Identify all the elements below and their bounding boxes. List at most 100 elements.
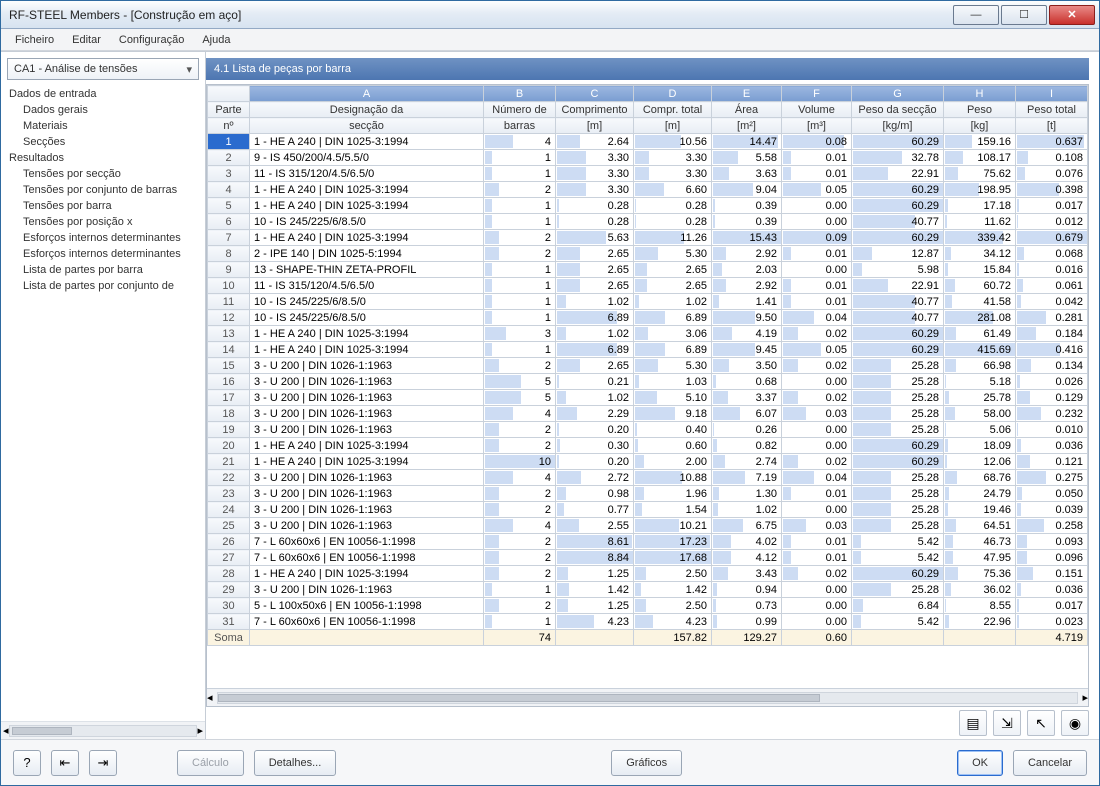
menu-ficheiro[interactable]: Ficheiro	[7, 32, 62, 48]
tree-item[interactable]: Tensões por secção	[1, 166, 205, 182]
cell[interactable]: 9.04	[712, 182, 782, 198]
cell[interactable]: 66.98	[944, 358, 1016, 374]
cell[interactable]: 10.56	[634, 134, 712, 150]
cell[interactable]: 1	[484, 342, 556, 358]
cell[interactable]: 60.29	[852, 438, 944, 454]
cell[interactable]: 1.41	[712, 294, 782, 310]
cell[interactable]: 25.28	[852, 518, 944, 534]
cell[interactable]: 60.72	[944, 278, 1016, 294]
row-header[interactable]: 1	[208, 134, 250, 150]
cell[interactable]: 64.51	[944, 518, 1016, 534]
cell[interactable]: 5	[484, 390, 556, 406]
cell[interactable]: 0.184	[1016, 326, 1088, 342]
col-header[interactable]: Número de	[484, 102, 556, 118]
cell[interactable]: 60.29	[852, 230, 944, 246]
cell[interactable]: 0.258	[1016, 518, 1088, 534]
col-header[interactable]: barras	[484, 118, 556, 134]
cell[interactable]: 0.061	[1016, 278, 1088, 294]
cell[interactable]: 3.30	[634, 150, 712, 166]
col-letter[interactable]: G	[852, 86, 944, 102]
cell[interactable]: 0.98	[556, 486, 634, 502]
cell-desc[interactable]: 3 - U 200 | DIN 1026-1:1963	[250, 486, 484, 502]
cell[interactable]: 14.47	[712, 134, 782, 150]
cell[interactable]: 0.012	[1016, 214, 1088, 230]
row-header[interactable]: 7	[208, 230, 250, 246]
row-header[interactable]: 2	[208, 150, 250, 166]
cell[interactable]: 6.07	[712, 406, 782, 422]
row-header[interactable]: 26	[208, 534, 250, 550]
cell[interactable]: 2	[484, 182, 556, 198]
col-header[interactable]: Comprimento	[556, 102, 634, 118]
col-header[interactable]: [m²]	[712, 118, 782, 134]
cell[interactable]: 1.54	[634, 502, 712, 518]
cell[interactable]: 0.30	[556, 438, 634, 454]
cell[interactable]: 0.232	[1016, 406, 1088, 422]
cell[interactable]: 0.26	[712, 422, 782, 438]
cell[interactable]: 46.73	[944, 534, 1016, 550]
col-letter[interactable]: I	[1016, 86, 1088, 102]
cell[interactable]: 0.416	[1016, 342, 1088, 358]
cell[interactable]: 0.02	[782, 358, 852, 374]
cell[interactable]: 2	[484, 438, 556, 454]
cell[interactable]: 22.91	[852, 166, 944, 182]
row-header[interactable]: 22	[208, 470, 250, 486]
menu-editar[interactable]: Editar	[64, 32, 109, 48]
cell[interactable]: 2	[484, 598, 556, 614]
col-header[interactable]: [m]	[634, 118, 712, 134]
cell[interactable]: 0.04	[782, 470, 852, 486]
tree-item[interactable]: Tensões por posição x	[1, 214, 205, 230]
cell[interactable]: 4	[484, 134, 556, 150]
cell[interactable]: 25.28	[852, 502, 944, 518]
cell[interactable]: 60.29	[852, 182, 944, 198]
cell-desc[interactable]: 3 - U 200 | DIN 1026-1:1963	[250, 374, 484, 390]
row-header[interactable]: 5	[208, 198, 250, 214]
tree-item[interactable]: Esforços internos determinantes	[1, 230, 205, 246]
cell-desc[interactable]: 3 - U 200 | DIN 1026-1:1963	[250, 422, 484, 438]
cell[interactable]: 415.69	[944, 342, 1016, 358]
col-header[interactable]: Área	[712, 102, 782, 118]
cell[interactable]: 1	[484, 150, 556, 166]
cell[interactable]: 6.89	[634, 310, 712, 326]
detalhes-button[interactable]: Detalhes...	[254, 750, 337, 776]
row-header[interactable]: 28	[208, 566, 250, 582]
cell[interactable]: 25.28	[852, 358, 944, 374]
cell[interactable]: 58.00	[944, 406, 1016, 422]
cell[interactable]: 5.42	[852, 534, 944, 550]
row-header[interactable]: 11	[208, 294, 250, 310]
tree-item[interactable]: Lista de partes por barra	[1, 262, 205, 278]
cell[interactable]: 5	[484, 374, 556, 390]
cell[interactable]: 60.29	[852, 454, 944, 470]
cell[interactable]: 0.010	[1016, 422, 1088, 438]
cell[interactable]: 2.29	[556, 406, 634, 422]
cell[interactable]: 0.023	[1016, 614, 1088, 630]
cell[interactable]: 41.58	[944, 294, 1016, 310]
cell[interactable]: 0.21	[556, 374, 634, 390]
cell[interactable]: 0.01	[782, 150, 852, 166]
cell[interactable]: 2.65	[556, 246, 634, 262]
cell[interactable]: 36.02	[944, 582, 1016, 598]
cell-desc[interactable]: 1 - HE A 240 | DIN 1025-3:1994	[250, 342, 484, 358]
cell[interactable]: 0.73	[712, 598, 782, 614]
cell-desc[interactable]: 1 - HE A 240 | DIN 1025-3:1994	[250, 134, 484, 150]
cell[interactable]: 0.00	[782, 262, 852, 278]
row-header[interactable]: 21	[208, 454, 250, 470]
cell[interactable]: 17.23	[634, 534, 712, 550]
cell[interactable]: 12.06	[944, 454, 1016, 470]
prev-button[interactable]: ⇤	[51, 750, 79, 776]
cell[interactable]: 4.23	[556, 614, 634, 630]
cell[interactable]: 6.89	[556, 342, 634, 358]
col-letter[interactable]: H	[944, 86, 1016, 102]
menu-ajuda[interactable]: Ajuda	[194, 32, 238, 48]
cell[interactable]: 5.98	[852, 262, 944, 278]
col-header[interactable]: Compr. total	[634, 102, 712, 118]
cell[interactable]: 0.01	[782, 550, 852, 566]
cell[interactable]: 6.89	[634, 342, 712, 358]
pick-icon-button[interactable]: ↖	[1027, 710, 1055, 736]
cell-desc[interactable]: 3 - U 200 | DIN 1026-1:1963	[250, 358, 484, 374]
cell[interactable]: 0.275	[1016, 470, 1088, 486]
minimize-button[interactable]: —	[953, 5, 999, 25]
cell[interactable]: 60.29	[852, 326, 944, 342]
cell[interactable]: 2.92	[712, 278, 782, 294]
cell[interactable]: 0.20	[556, 422, 634, 438]
cell[interactable]: 15.43	[712, 230, 782, 246]
